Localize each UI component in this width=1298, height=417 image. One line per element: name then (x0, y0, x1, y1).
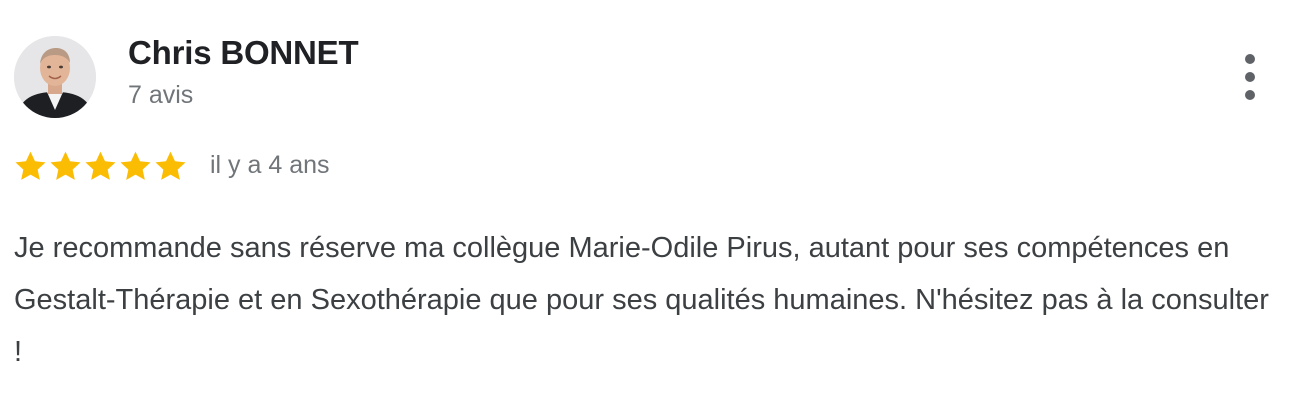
author-avatar[interactable] (14, 36, 96, 118)
star-icon (15, 151, 46, 180)
author-review-count[interactable]: 7 avis (128, 81, 193, 110)
star-icon (85, 151, 116, 180)
author-name[interactable]: Chris BONNET (128, 34, 359, 72)
more-vertical-icon-dot (1245, 90, 1255, 100)
more-vertical-icon (1245, 54, 1255, 64)
review-text: Je recommande sans réserve ma collègue M… (14, 232, 1269, 368)
avatar-photo-icon (14, 36, 96, 118)
review-date: il y a 4 ans (210, 151, 330, 179)
more-options-button[interactable] (1232, 52, 1268, 102)
star-rating (13, 148, 188, 184)
star-icon (155, 151, 186, 180)
more-vertical-icon-dot (1245, 72, 1255, 82)
star-icon (120, 151, 151, 180)
review-card: Chris BONNET 7 avis il y a 4 ans Je reco… (0, 0, 1298, 417)
star-icon (50, 151, 81, 180)
